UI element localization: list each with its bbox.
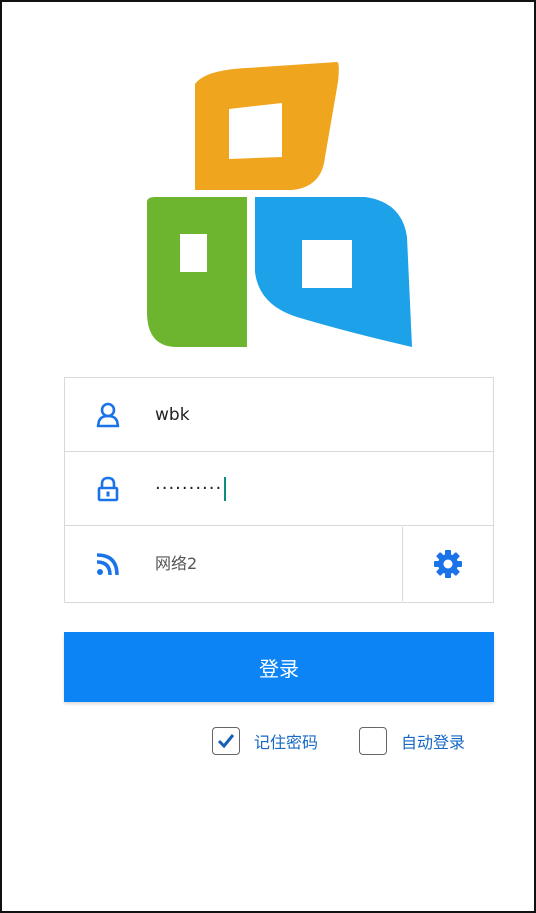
lock-icon	[97, 476, 119, 502]
username-value: wbk	[155, 405, 190, 425]
checkmark-icon	[217, 734, 235, 749]
remember-password-checkbox[interactable]	[212, 727, 240, 755]
password-mask: ··········	[155, 478, 223, 499]
username-field[interactable]: wbk	[65, 378, 493, 452]
remember-password-label: 记住密码	[254, 733, 319, 752]
app-logo	[147, 62, 412, 347]
login-button[interactable]: 登录	[64, 632, 494, 702]
auto-login-option[interactable]: 自动登录	[359, 726, 465, 756]
network-row[interactable]: 网络2	[65, 527, 493, 601]
password-field[interactable]: ··········	[65, 452, 493, 526]
settings-button[interactable]	[402, 527, 493, 601]
user-icon	[96, 402, 120, 428]
login-form: wbk ·········· 网络2	[64, 377, 494, 603]
remember-password-option[interactable]: 记住密码	[212, 726, 318, 756]
network-value: 网络2	[155, 554, 198, 573]
auto-login-checkbox[interactable]	[359, 727, 387, 755]
login-screen: wbk ·········· 网络2 登录 记住密码 自动登录	[0, 0, 536, 913]
wifi-icon	[96, 553, 119, 576]
auto-login-label: 自动登录	[401, 733, 466, 752]
text-caret	[224, 477, 227, 501]
gear-icon	[434, 550, 462, 578]
password-value: ··········	[155, 452, 227, 526]
